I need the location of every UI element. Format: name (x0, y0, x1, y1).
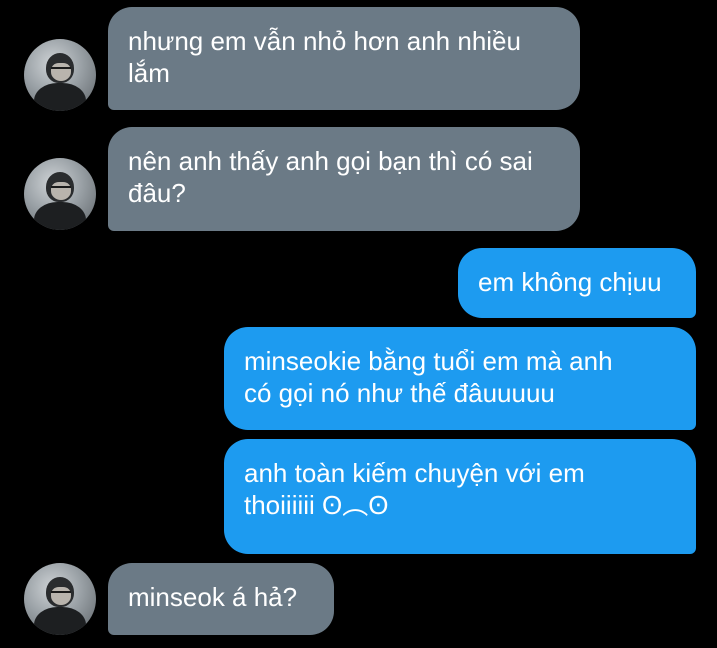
message-bubble-sent[interactable]: minseokie bằng tuổi em mà anh có gọi nó … (224, 327, 696, 430)
avatar[interactable] (24, 563, 96, 635)
avatar-photo-body (34, 83, 86, 111)
avatar[interactable] (24, 158, 96, 230)
message-bubble-sent[interactable]: em không chịuu (458, 248, 696, 318)
avatar-photo-body (34, 607, 86, 635)
message-bubble-received[interactable]: nên anh thấy anh gọi bạn thì có sai đâu? (108, 127, 580, 231)
avatar-photo-glasses (51, 67, 71, 73)
avatar-photo-glasses (51, 186, 71, 192)
message-bubble-received[interactable]: minseok á hả? (108, 563, 334, 635)
avatar[interactable] (24, 39, 96, 111)
avatar-photo-body (34, 202, 86, 230)
message-bubble-received[interactable]: nhưng em vẫn nhỏ hơn anh nhiều lắm (108, 7, 580, 110)
avatar-photo-glasses (51, 591, 71, 597)
message-bubble-sent[interactable]: anh toàn kiếm chuyện với em thoiiiiii ʘ︵… (224, 439, 696, 554)
